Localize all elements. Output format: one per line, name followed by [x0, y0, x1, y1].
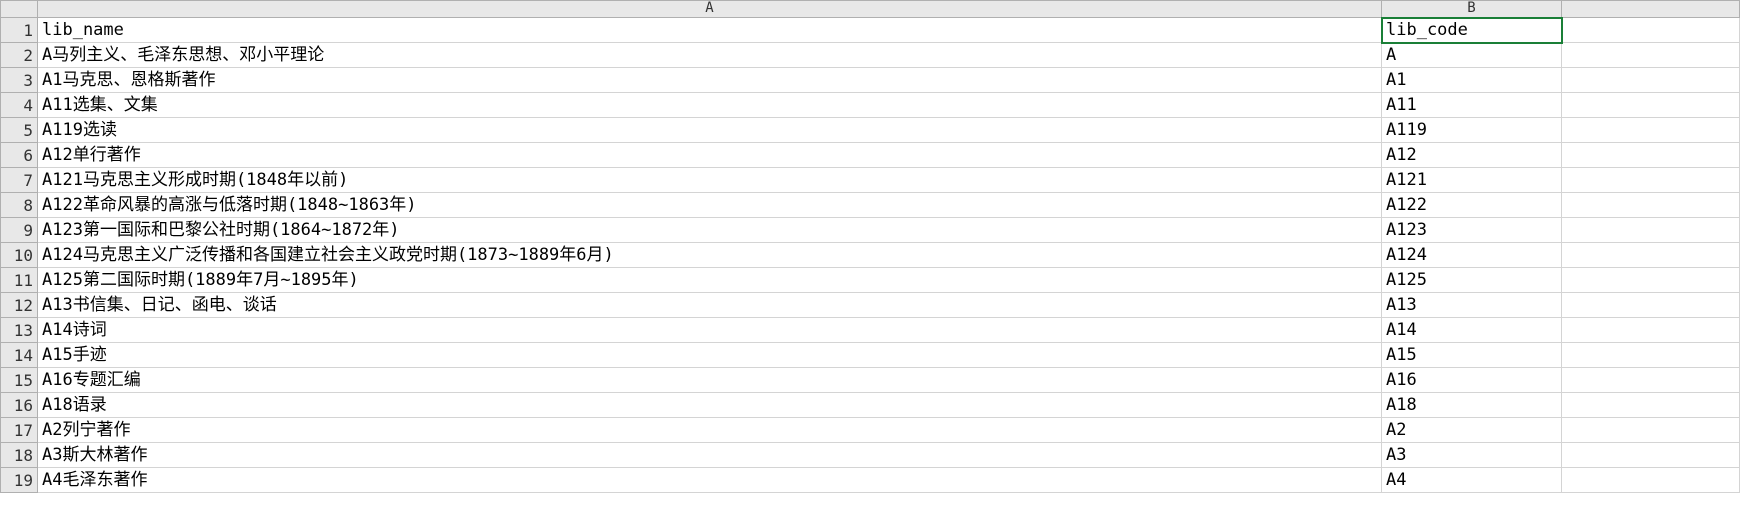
row-header[interactable]: 15: [0, 368, 38, 393]
row-header[interactable]: 10: [0, 243, 38, 268]
row-header[interactable]: 5: [0, 118, 38, 143]
cell[interactable]: A119: [1382, 118, 1562, 143]
cell[interactable]: A121马克思主义形成时期(1848年以前): [38, 168, 1382, 193]
cell[interactable]: [1562, 68, 1740, 93]
cell[interactable]: A119选读: [38, 118, 1382, 143]
cell[interactable]: A13书信集、日记、函电、谈话: [38, 293, 1382, 318]
cell[interactable]: lib_name: [38, 18, 1382, 43]
cell[interactable]: A14: [1382, 318, 1562, 343]
row-header[interactable]: 12: [0, 293, 38, 318]
cell[interactable]: [1562, 218, 1740, 243]
cell[interactable]: A1: [1382, 68, 1562, 93]
row-header[interactable]: 2: [0, 43, 38, 68]
cell[interactable]: [1562, 43, 1740, 68]
row-header[interactable]: 13: [0, 318, 38, 343]
cell[interactable]: A18语录: [38, 393, 1382, 418]
cell[interactable]: lib_code: [1382, 18, 1562, 43]
cell[interactable]: A12: [1382, 143, 1562, 168]
row-header[interactable]: 7: [0, 168, 38, 193]
row-header[interactable]: 19: [0, 468, 38, 493]
cell[interactable]: A122革命风暴的高涨与低落时期(1848~1863年): [38, 193, 1382, 218]
cell[interactable]: [1562, 118, 1740, 143]
row-header[interactable]: 17: [0, 418, 38, 443]
cell[interactable]: A125: [1382, 268, 1562, 293]
cell[interactable]: A13: [1382, 293, 1562, 318]
row-header[interactable]: 3: [0, 68, 38, 93]
cell[interactable]: A122: [1382, 193, 1562, 218]
cell[interactable]: [1562, 343, 1740, 368]
cell[interactable]: A121: [1382, 168, 1562, 193]
cell[interactable]: [1562, 243, 1740, 268]
row-header[interactable]: 8: [0, 193, 38, 218]
cell[interactable]: A2: [1382, 418, 1562, 443]
row-header[interactable]: 6: [0, 143, 38, 168]
column-header-a[interactable]: A: [38, 0, 1382, 18]
cell[interactable]: A4: [1382, 468, 1562, 493]
cell[interactable]: A: [1382, 43, 1562, 68]
cell[interactable]: A16专题汇编: [38, 368, 1382, 393]
cell[interactable]: A3斯大林著作: [38, 443, 1382, 468]
row-header[interactable]: 11: [0, 268, 38, 293]
row-header[interactable]: 1: [0, 18, 38, 43]
cell[interactable]: A123第一国际和巴黎公社时期(1864~1872年): [38, 218, 1382, 243]
cell[interactable]: [1562, 268, 1740, 293]
cell[interactable]: [1562, 418, 1740, 443]
cell[interactable]: [1562, 293, 1740, 318]
corner-select-all[interactable]: [0, 0, 38, 18]
cell[interactable]: [1562, 18, 1740, 43]
cell[interactable]: [1562, 168, 1740, 193]
cell[interactable]: A123: [1382, 218, 1562, 243]
cell[interactable]: A125第二国际时期(1889年7月~1895年): [38, 268, 1382, 293]
cell[interactable]: A4毛泽东著作: [38, 468, 1382, 493]
cell[interactable]: [1562, 393, 1740, 418]
cell[interactable]: A12单行著作: [38, 143, 1382, 168]
cell[interactable]: [1562, 93, 1740, 118]
row-header[interactable]: 18: [0, 443, 38, 468]
cell[interactable]: A2列宁著作: [38, 418, 1382, 443]
column-header-c[interactable]: [1562, 0, 1740, 18]
row-header[interactable]: 9: [0, 218, 38, 243]
cell[interactable]: [1562, 318, 1740, 343]
cell[interactable]: A14诗词: [38, 318, 1382, 343]
cell[interactable]: A18: [1382, 393, 1562, 418]
cell[interactable]: A马列主义、毛泽东思想、邓小平理论: [38, 43, 1382, 68]
cell[interactable]: A124马克思主义广泛传播和各国建立社会主义政党时期(1873~1889年6月): [38, 243, 1382, 268]
cell[interactable]: A11: [1382, 93, 1562, 118]
cell[interactable]: A3: [1382, 443, 1562, 468]
cell[interactable]: A124: [1382, 243, 1562, 268]
spreadsheet-grid[interactable]: A B 1lib_namelib_code2A马列主义、毛泽东思想、邓小平理论A…: [0, 0, 1740, 493]
cell[interactable]: [1562, 443, 1740, 468]
cell[interactable]: A15: [1382, 343, 1562, 368]
cell[interactable]: A11选集、文集: [38, 93, 1382, 118]
cell[interactable]: [1562, 143, 1740, 168]
cell[interactable]: A1马克思、恩格斯著作: [38, 68, 1382, 93]
row-header[interactable]: 16: [0, 393, 38, 418]
cell[interactable]: [1562, 193, 1740, 218]
column-header-b[interactable]: B: [1382, 0, 1562, 18]
row-header[interactable]: 4: [0, 93, 38, 118]
cell[interactable]: A16: [1382, 368, 1562, 393]
cell[interactable]: A15手迹: [38, 343, 1382, 368]
cell[interactable]: [1562, 468, 1740, 493]
cell[interactable]: [1562, 368, 1740, 393]
row-header[interactable]: 14: [0, 343, 38, 368]
